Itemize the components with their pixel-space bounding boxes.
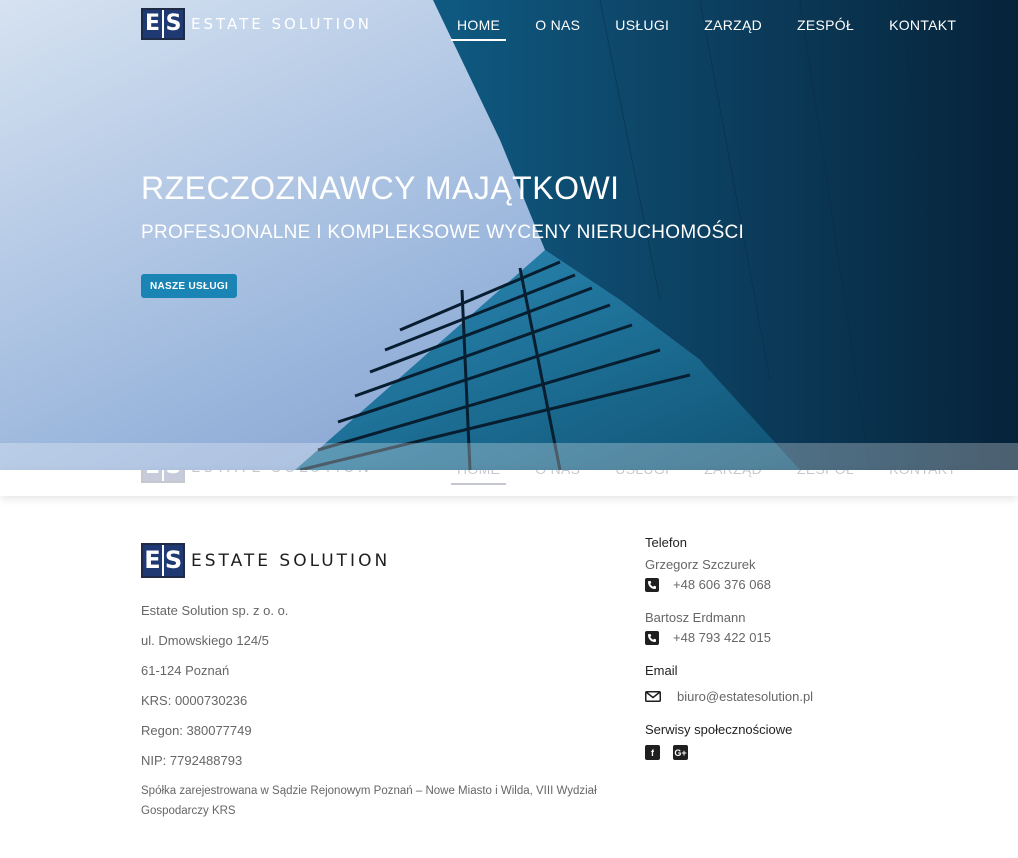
footer-logo-letter-s: S: [164, 545, 183, 576]
sticky-logo-letter-s: S: [164, 470, 183, 481]
hero-section: ES ESTATE SOLUTION HOME O NAS USŁUGI ZAR…: [0, 0, 1018, 470]
main-nav: HOME O NAS USŁUGI ZARZĄD ZESPÓŁ KONTAKT: [451, 17, 985, 41]
company-krs: KRS: 0000730236: [141, 693, 248, 708]
email-heading: Email: [645, 663, 678, 678]
sticky-logo-letter-e: E: [143, 470, 162, 481]
company-street: ul. Dmowskiego 124/5: [141, 633, 269, 648]
nav-item-home[interactable]: HOME: [451, 17, 507, 41]
google-plus-icon[interactable]: G+: [673, 745, 688, 760]
envelope-icon: [645, 691, 661, 702]
contact-person-1: Grzegorz Szczurek: [645, 557, 756, 572]
hero-title: RZECZOZNAWCY MAJĄTKOWI: [141, 170, 620, 206]
contact-phone-1: +48 606 376 068: [673, 577, 771, 592]
sticky-logo-mark: ES: [141, 470, 185, 483]
social-links: f G+: [645, 745, 985, 760]
contact-phone-row-1[interactable]: +48 606 376 068: [645, 577, 985, 592]
sticky-header-ghost-content: ES ESTATE SOLUTION HOME O NAS USŁUGI ZAR…: [0, 470, 1018, 496]
nav-item-uslugi[interactable]: USŁUGI: [609, 17, 675, 41]
header-logo[interactable]: ES ESTATE SOLUTION: [141, 8, 372, 40]
nav-item-zarzad[interactable]: ZARZĄD: [698, 17, 768, 41]
contact-person-2: Bartosz Erdmann: [645, 610, 746, 625]
sticky-logo: ES ESTATE SOLUTION: [141, 470, 372, 483]
sticky-nav-item-zarzad: ZARZĄD: [698, 470, 768, 485]
footer-logo-letter-e: E: [143, 545, 162, 576]
phone-heading: Telefon: [645, 535, 687, 550]
hero-subtitle: PROFESJONALNE I KOMPLEKSOWE WYCENY NIERU…: [141, 222, 745, 243]
company-nip: NIP: 7792488793: [141, 753, 243, 768]
services-button[interactable]: NASZE USŁUGI: [141, 274, 238, 298]
sticky-header-ghost: ES ESTATE SOLUTION HOME O NAS USŁUGI ZAR…: [0, 470, 1018, 496]
sticky-header-band: [0, 443, 1018, 470]
sticky-nav: HOME O NAS USŁUGI ZARZĄD ZESPÓŁ KONTAKT: [451, 470, 985, 485]
contact-phone-2: +48 793 422 015: [673, 630, 771, 645]
sticky-nav-item-home: HOME: [451, 470, 507, 485]
company-registration-note: Spółka zarejestrowana w Sądzie Rejonowym…: [141, 785, 597, 817]
facebook-icon[interactable]: f: [645, 745, 660, 760]
footer-logo-mark: ES: [141, 543, 185, 578]
phone-icon: [645, 577, 659, 592]
logo-letter-s: S: [164, 10, 183, 38]
company-info: Estate Solution sp. z o. o. ul. Dmowskie…: [141, 601, 611, 821]
company-city: 61-124 Poznań: [141, 663, 230, 678]
footer-logo-wordmark: ESTATE SOLUTION: [191, 550, 391, 571]
phone-icon: [645, 630, 659, 645]
company-name: Estate Solution sp. z o. o.: [141, 603, 289, 618]
sticky-nav-item-zespol: ZESPÓŁ: [791, 470, 860, 485]
logo-letter-e: E: [143, 10, 162, 38]
logo-wordmark: ESTATE SOLUTION: [191, 15, 373, 33]
logo-mark: ES: [141, 8, 185, 40]
social-heading: Serwisy społecznościowe: [645, 722, 793, 737]
nav-item-kontakt[interactable]: KONTAKT: [883, 17, 962, 41]
sticky-logo-wordmark: ESTATE SOLUTION: [191, 470, 372, 476]
nav-item-o-nas[interactable]: O NAS: [529, 17, 586, 41]
footer-logo[interactable]: ES ESTATE SOLUTION: [141, 543, 390, 578]
contact-email: biuro@estatesolution.pl: [677, 689, 814, 704]
contact-phone-row-2[interactable]: +48 793 422 015: [645, 630, 985, 645]
contact-info: Telefon Grzegorz Szczurek +48 606 376 06…: [645, 535, 985, 760]
company-regon: Regon: 380077749: [141, 723, 252, 738]
sticky-nav-item-uslugi: USŁUGI: [609, 470, 675, 485]
nav-item-zespol[interactable]: ZESPÓŁ: [791, 17, 860, 41]
contact-email-row[interactable]: biuro@estatesolution.pl: [645, 689, 985, 704]
sticky-nav-item-kontakt: KONTAKT: [883, 470, 962, 485]
sticky-nav-item-o-nas: O NAS: [529, 470, 586, 485]
